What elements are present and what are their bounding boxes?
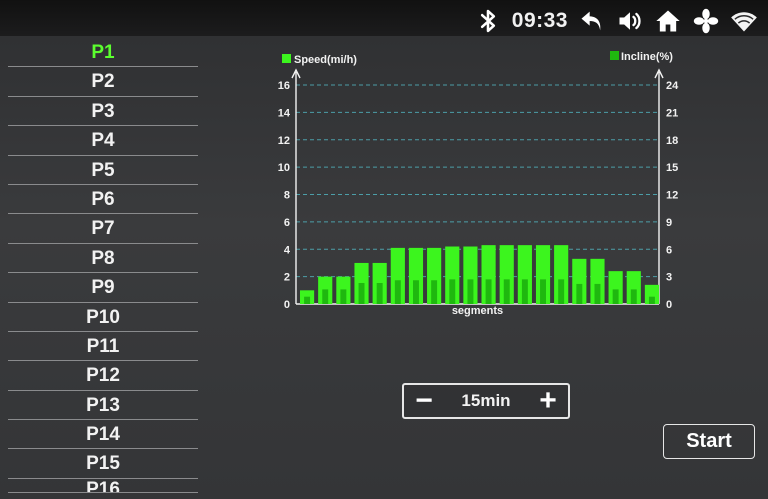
program-item-p16[interactable]: P16 [8, 479, 198, 493]
incline-bar [449, 279, 456, 304]
left-tick-label: 10 [278, 162, 290, 174]
left-tick-label: 4 [284, 244, 291, 256]
right-tick-label: 12 [666, 190, 678, 202]
home-icon[interactable] [654, 7, 682, 35]
back-arrow-icon[interactable] [578, 7, 606, 35]
right-tick-label: 18 [666, 135, 678, 147]
incline-bar [540, 279, 546, 304]
program-item-p8[interactable]: P8 [8, 244, 198, 274]
program-item-p7[interactable]: P7 [8, 214, 198, 244]
treadmill-program-screen: 09:33 P1 P2 P3 P4 P5 P6 P7 P8 P9 P10 P11 P12 P13 P14 P… [0, 0, 768, 499]
right-tick-label: 6 [666, 244, 672, 256]
incline-bar [376, 283, 383, 304]
x-axis-label: segments [452, 305, 503, 317]
left-tick-label: 12 [278, 135, 290, 147]
incline-bar [394, 280, 401, 304]
program-item-p9[interactable]: P9 [8, 273, 198, 303]
program-item-p4[interactable]: P4 [8, 126, 198, 156]
duration-plus-button[interactable]: + [528, 384, 568, 417]
program-item-p1[interactable]: P1 [8, 38, 198, 68]
right-tick-label: 3 [666, 272, 672, 284]
fan-icon[interactable] [692, 7, 720, 35]
left-tick-label: 16 [278, 80, 290, 92]
incline-bar [558, 279, 565, 304]
incline-bar [431, 280, 438, 304]
left-tick-label: 2 [284, 272, 290, 284]
program-item-p12[interactable]: P12 [8, 361, 198, 391]
program-item-p11[interactable]: P11 [8, 332, 198, 362]
incline-bar [322, 289, 329, 304]
duration-value: 15min [461, 391, 511, 410]
program-list: P1 P2 P3 P4 P5 P6 P7 P8 P9 P10 P11 P12 P13 P14 P15 P16 [8, 38, 198, 499]
program-item-p13[interactable]: P13 [8, 391, 198, 421]
program-item-p5[interactable]: P5 [8, 156, 198, 185]
speaker-icon[interactable] [616, 7, 644, 35]
right-tick-label: 0 [666, 299, 672, 311]
incline-bar [594, 283, 601, 304]
bluetooth-icon[interactable] [474, 7, 502, 35]
program-item-p6[interactable]: P6 [8, 185, 198, 215]
right-tick-label: 21 [666, 107, 678, 119]
speed-legend-swatch [282, 54, 291, 63]
clock-time: 09:33 [511, 9, 568, 32]
speed-axis-label: Speed(mi/h) [294, 54, 357, 66]
program-item-p10[interactable]: P10 [8, 303, 198, 332]
program-profile-chart: 024681012141603691215182124Speed(mi/h) In… [278, 51, 679, 317]
incline-bar [304, 296, 311, 304]
incline-bar [413, 280, 419, 304]
duration-minus-button[interactable]: − [404, 384, 444, 417]
incline-legend-swatch [610, 51, 619, 60]
program-item-p2[interactable]: P2 [8, 67, 198, 97]
incline-bar [358, 283, 365, 304]
wifi-icon[interactable] [730, 7, 758, 35]
left-tick-label: 14 [278, 107, 291, 119]
program-item-p14[interactable]: P14 [8, 420, 198, 450]
incline-bar [521, 279, 528, 304]
incline-bar [576, 283, 583, 304]
incline-bar [648, 296, 655, 304]
right-tick-label: 9 [666, 217, 672, 229]
left-tick-label: 0 [284, 299, 290, 311]
incline-axis-label: Incline(%) [621, 51, 673, 63]
incline-bar [612, 289, 619, 304]
status-bar: 09:33 [474, 6, 758, 36]
start-button[interactable]: Start [663, 424, 755, 459]
duration-stepper: − 15min + [402, 383, 570, 419]
incline-bar [485, 279, 492, 304]
incline-bar [503, 279, 510, 304]
right-tick-label: 15 [666, 162, 678, 174]
program-item-p3[interactable]: P3 [8, 97, 198, 127]
incline-bar [467, 279, 474, 304]
left-tick-label: 8 [284, 190, 290, 202]
right-tick-label: 24 [666, 80, 679, 92]
left-tick-label: 6 [284, 217, 290, 229]
incline-bar [340, 289, 347, 304]
program-item-p15[interactable]: P15 [8, 449, 198, 479]
incline-bar [630, 289, 637, 304]
